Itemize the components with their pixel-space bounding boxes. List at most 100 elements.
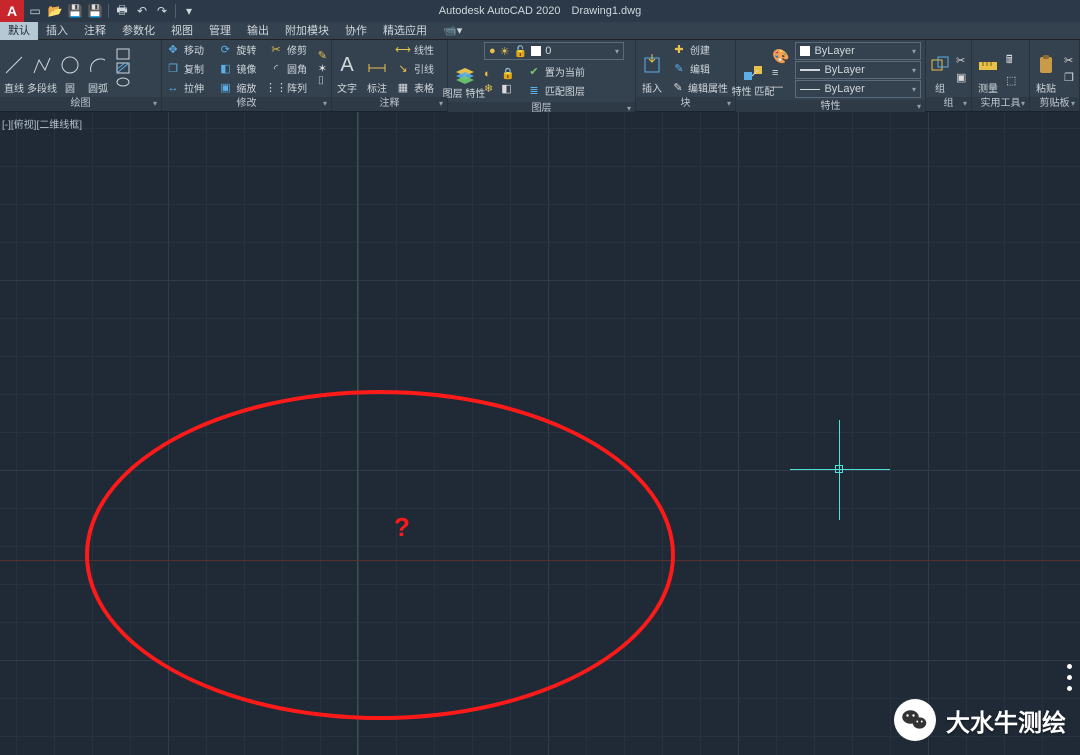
table-button[interactable]: ▦表格 (392, 78, 446, 97)
tab-parametric[interactable]: 参数化 (114, 22, 163, 40)
layer-freeze-icon[interactable]: ❄ (484, 82, 493, 95)
undo-icon[interactable]: ↶ (133, 2, 151, 20)
layer-props-button[interactable]: 图层 特性 (448, 40, 480, 102)
print-icon[interactable]: 🖶 (113, 2, 131, 20)
crosshair-cursor (790, 420, 890, 520)
layer-color-icon[interactable]: ◧ (501, 82, 515, 95)
color-swatch (531, 46, 541, 56)
block-attr-button[interactable]: ✎编辑属性 (668, 78, 732, 97)
text-button[interactable]: A 文字 (332, 40, 362, 97)
group-edit-icon[interactable]: ▣ (956, 71, 966, 84)
view-label[interactable]: [-][俯视][二维线框] (2, 116, 82, 131)
cut-icon[interactable]: ✂ (1064, 54, 1074, 67)
tab-insert[interactable]: 插入 (38, 22, 76, 40)
panel-title-annotate[interactable]: 注释 (332, 97, 447, 111)
move-button[interactable]: ✥移动 (162, 40, 214, 59)
tab-addons[interactable]: 附加模块 (277, 22, 337, 40)
match-layer-button[interactable]: ≣匹配图层 (523, 81, 589, 100)
drawing-viewport[interactable]: [-][俯视][二维线框] ? 大水牛测绘 (0, 112, 1080, 755)
linetype-icon[interactable]: ― (772, 81, 789, 93)
linear-dim-button[interactable]: ⟷线性 (392, 40, 446, 59)
set-current-button[interactable]: ✔置为当前 (523, 62, 589, 81)
calc-icon[interactable]: 🖩 (1006, 51, 1016, 70)
panel-title-clipboard[interactable]: 剪贴板 (1030, 97, 1079, 111)
match-props-button[interactable]: 特性 匹配 (736, 40, 770, 100)
tab-featured[interactable]: 精选应用 (375, 22, 435, 40)
wechat-icon (894, 699, 936, 741)
layer-lock-icon[interactable]: 🔒 (501, 67, 515, 80)
new-icon[interactable]: ▭ (26, 2, 44, 20)
chevron-down-icon[interactable]: ▾ (180, 2, 198, 20)
arc-button[interactable]: 圆弧 (84, 40, 112, 97)
panel-clipboard: 粘贴 ✂ ❐ 剪贴板 (1030, 40, 1080, 111)
linetype-combo[interactable]: ByLayer (795, 80, 921, 98)
tab-annotate[interactable]: 注释 (76, 22, 114, 40)
rotate-icon: ⟳ (218, 43, 232, 57)
quick-access-toolbar: ▭ 📂 💾 💾 🖶 ↶ ↷ ▾ (26, 2, 198, 20)
paste-button[interactable]: 粘贴 (1030, 40, 1062, 97)
separator (108, 4, 109, 18)
ellipse-icon[interactable] (116, 76, 132, 90)
insert-block-button[interactable]: 插入 (636, 40, 668, 97)
rotate-button[interactable]: ⟳旋转 (214, 40, 265, 59)
line-button[interactable]: 直线 (0, 40, 28, 97)
panel-group: 组 ✂ ▣ 组 (926, 40, 972, 111)
panel-title-modify[interactable]: 修改 (162, 97, 331, 111)
panel-title-group[interactable]: 组 (926, 97, 971, 111)
panel-title-draw[interactable]: 绘图 (0, 97, 161, 111)
tab-view[interactable]: 视图 (163, 22, 201, 40)
stretch-button[interactable]: ↔拉伸 (162, 78, 214, 97)
layer-name: 0 (545, 45, 551, 57)
hatch-icon[interactable] (116, 62, 132, 76)
save-icon[interactable]: 💾 (66, 2, 84, 20)
ungroup-icon[interactable]: ✂ (956, 54, 966, 67)
group-button[interactable]: 组 (926, 40, 954, 97)
block-edit-button[interactable]: ✎编辑 (668, 59, 732, 78)
polyline-button[interactable]: 多段线 (28, 40, 56, 97)
erase-icon[interactable]: ✎ (318, 49, 327, 62)
app-logo[interactable]: A (0, 0, 24, 22)
dim-button[interactable]: 标注 (362, 40, 392, 97)
open-icon[interactable]: 📂 (46, 2, 64, 20)
layer-combo[interactable]: ● ☀ 🔓 0 (484, 42, 624, 60)
panel-annotate: A 文字 标注 ⟷线性 ↘引线 ▦表格 注释 (332, 40, 448, 111)
mirror-button[interactable]: ◧镜像 (214, 59, 265, 78)
pickbox (835, 465, 843, 473)
paste-icon (1035, 52, 1057, 78)
copy-button[interactable]: ❐复制 (162, 59, 214, 78)
copy-icon: ❐ (166, 62, 180, 76)
redo-icon[interactable]: ↷ (153, 2, 171, 20)
tab-default[interactable]: 默认 (0, 22, 38, 40)
lineweight-combo[interactable]: ByLayer (795, 61, 921, 79)
scale-button[interactable]: ▣缩放 (214, 78, 265, 97)
insert-icon (641, 52, 663, 78)
measure-button[interactable]: 测量 (972, 40, 1004, 97)
saveas-icon[interactable]: 💾 (86, 2, 104, 20)
circle-button[interactable]: 圆 (56, 40, 84, 97)
panel-draw: 直线 多段线 圆 圆弧 绘图 (0, 40, 162, 111)
leader-button[interactable]: ↘引线 (392, 59, 446, 78)
tab-output[interactable]: 输出 (239, 22, 277, 40)
panel-title-block[interactable]: 块 (636, 97, 735, 111)
copyclip-icon[interactable]: ❐ (1064, 71, 1074, 84)
tab-collab[interactable]: 协作 (337, 22, 375, 40)
panel-title-util[interactable]: 实用工具 (972, 97, 1029, 111)
block-create-button[interactable]: ✚创建 (668, 40, 732, 59)
select-icon[interactable]: ⬚ (1006, 74, 1016, 87)
layer-off-icon[interactable]: ◐ (484, 68, 493, 80)
trim-button[interactable]: ✂修剪 (265, 40, 314, 59)
color-combo[interactable]: ByLayer (795, 42, 921, 60)
lineweight-icon[interactable]: ≡ (772, 67, 789, 79)
edit-icon: ✎ (672, 62, 686, 76)
table-icon: ▦ (396, 81, 410, 95)
fillet-button[interactable]: ◜圆角 (265, 59, 314, 78)
dim-icon (366, 52, 388, 78)
array-button[interactable]: ⋮⋮阵列 (265, 78, 314, 97)
offset-icon[interactable]: ⌷ (318, 75, 327, 88)
tab-extra[interactable]: 📹▾ (435, 22, 470, 40)
check-icon: ✔ (527, 65, 541, 79)
tab-manage[interactable]: 管理 (201, 22, 239, 40)
rect-icon[interactable] (116, 48, 132, 62)
color-wheel-icon[interactable]: 🎨 (772, 48, 789, 65)
explode-icon[interactable]: ✶ (318, 62, 327, 75)
